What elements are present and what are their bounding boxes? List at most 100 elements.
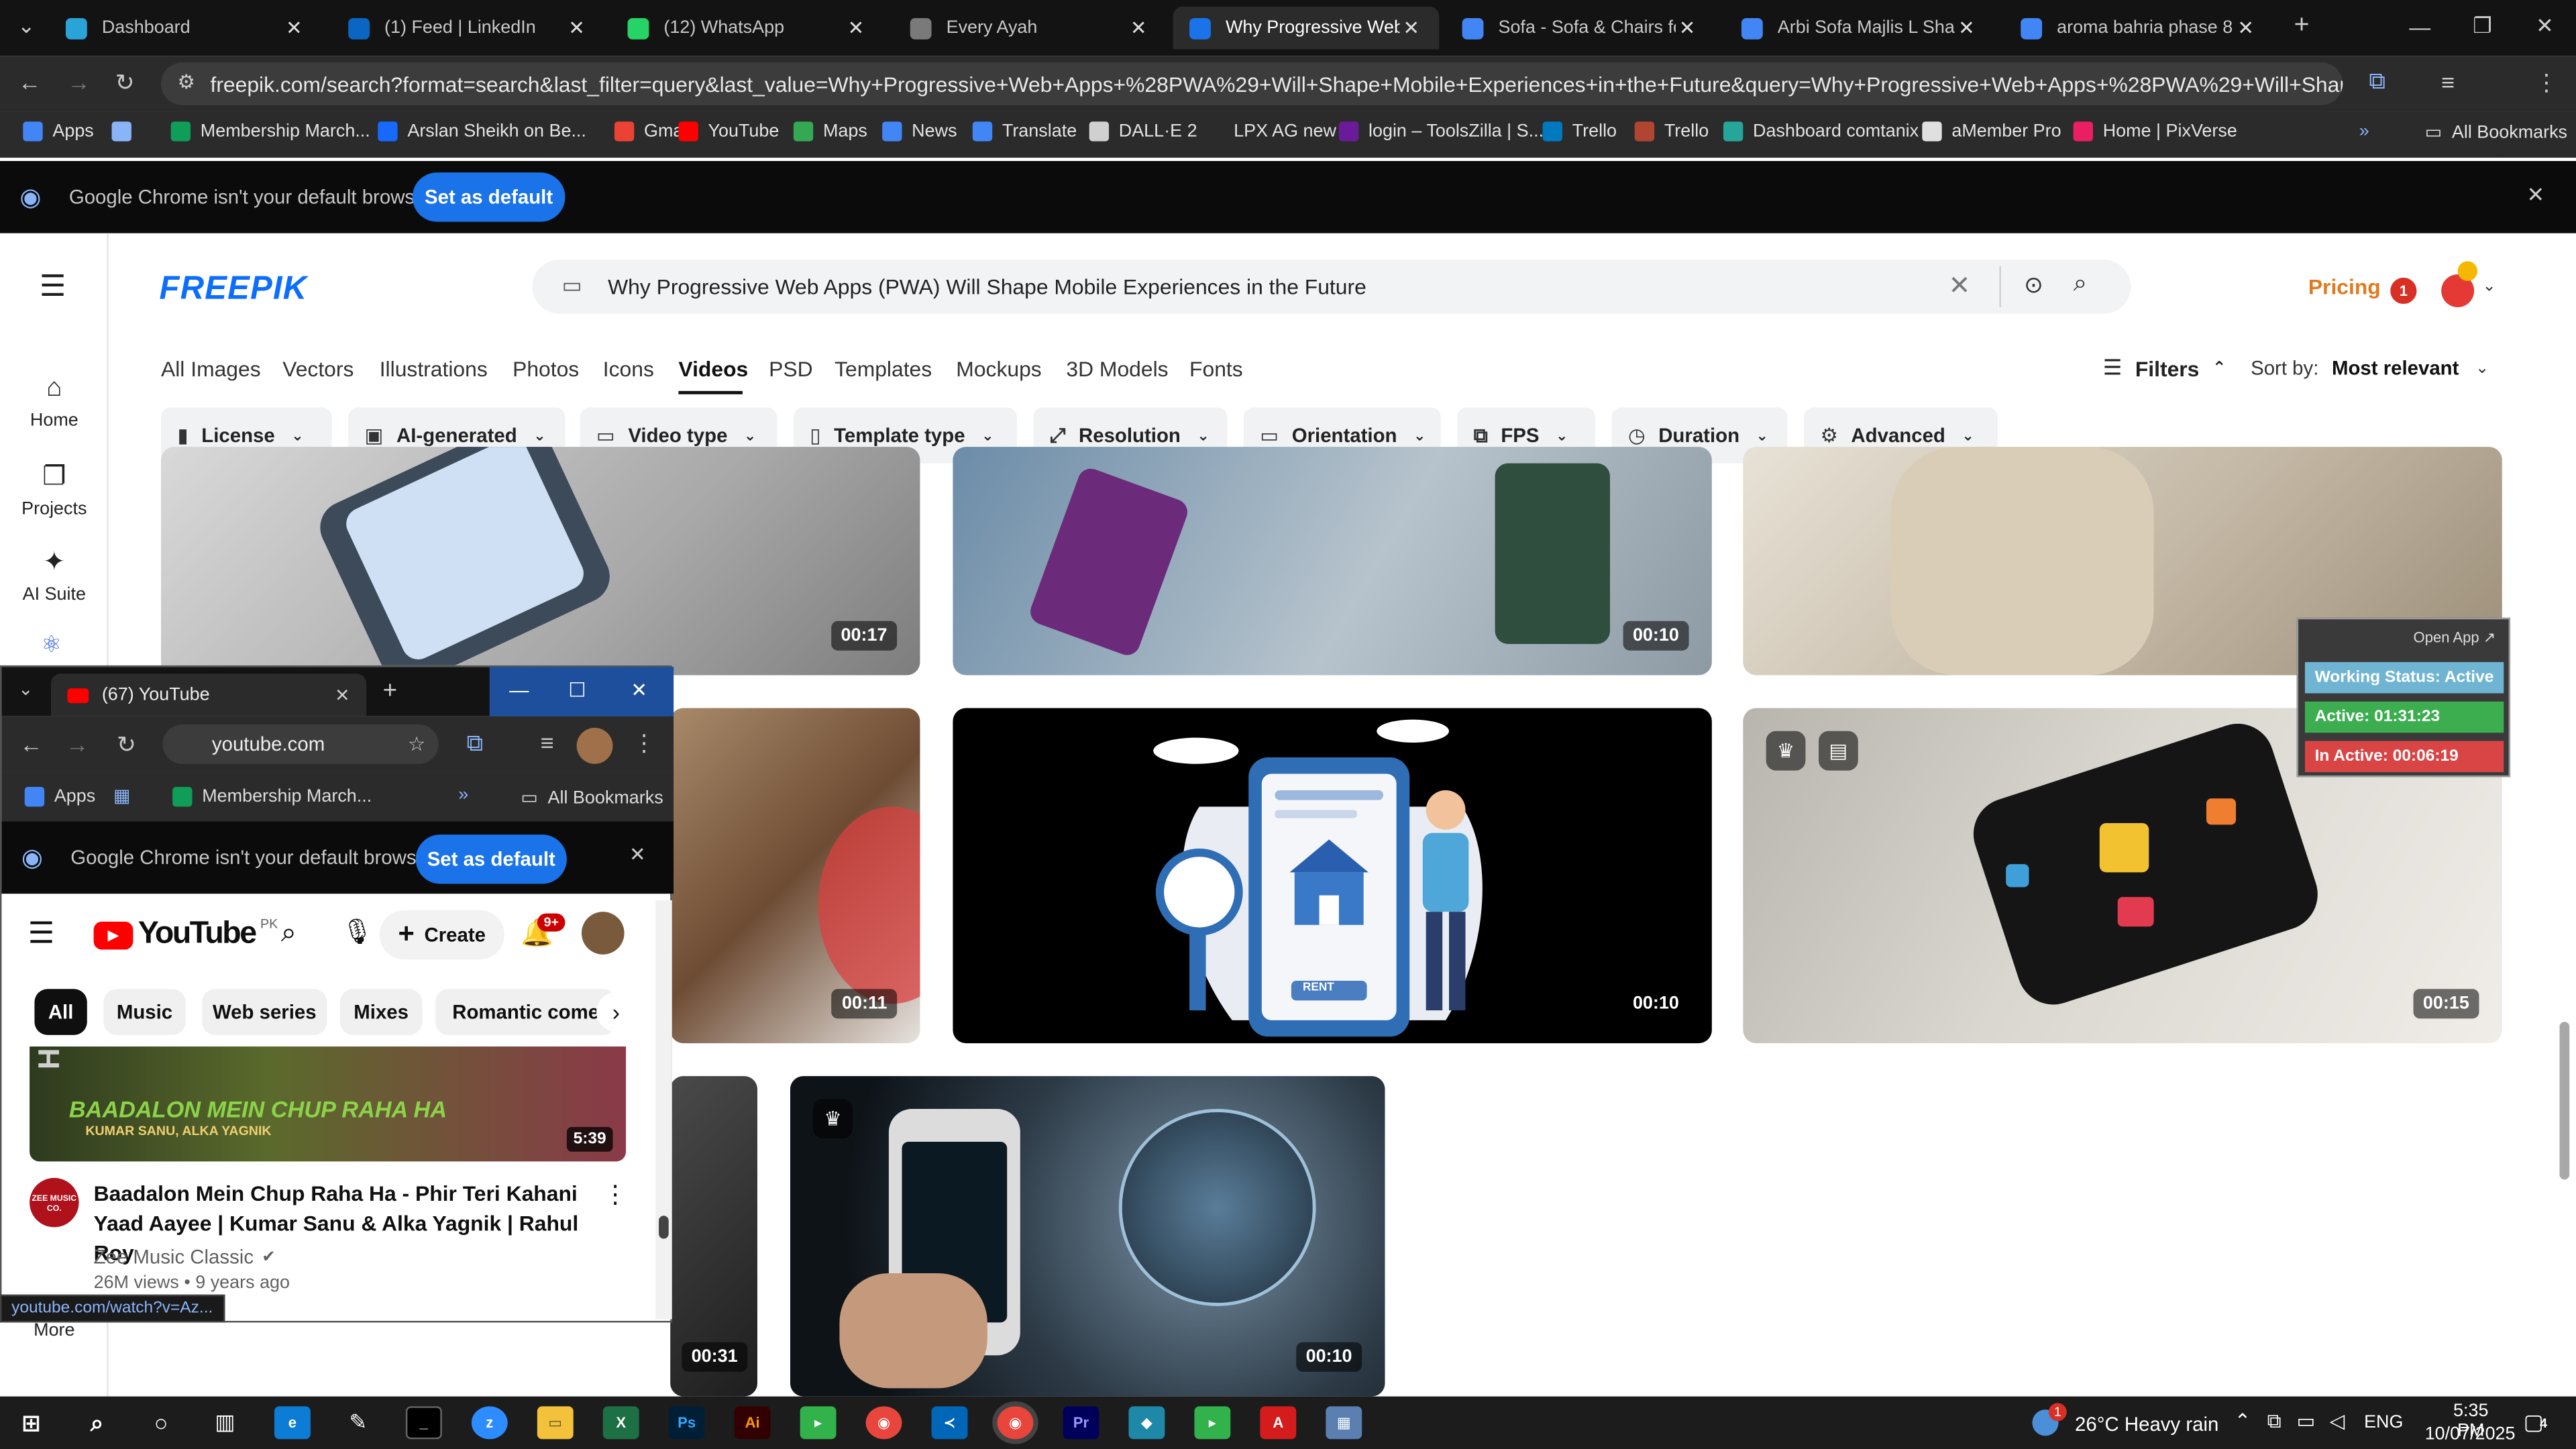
search-input[interactable]: Why Progressive Web Apps (PWA) Will Shap… — [608, 274, 1366, 299]
yt-filter-chip[interactable]: Music — [103, 989, 186, 1035]
maximize-button[interactable]: ☐ — [568, 678, 586, 701]
close-tab-icon[interactable]: ✕ — [565, 16, 588, 39]
bookmark-item[interactable]: Trello — [1542, 121, 1617, 142]
yt-avatar[interactable] — [581, 912, 625, 955]
camtasia-recorder-icon[interactable]: ▸ — [1194, 1406, 1231, 1440]
category-tab[interactable]: Illustrations — [380, 356, 488, 381]
category-tab[interactable]: Photos — [513, 356, 579, 381]
close-tab-icon[interactable]: ✕ — [845, 16, 867, 39]
category-tab[interactable]: PSD — [769, 356, 812, 381]
browser-tab[interactable]: Why Progressive Web Ap✕ — [1173, 6, 1440, 50]
pricing-link[interactable]: Pricing — [2308, 274, 2381, 299]
video-card[interactable]: ♛ 00:10 — [790, 1076, 1385, 1397]
video-card[interactable]: 00:11 — [670, 708, 920, 1044]
nav-projects[interactable]: ❐ Projects — [0, 460, 109, 519]
file-explorer-icon[interactable]: ▭ — [537, 1406, 574, 1440]
browser-tab[interactable]: Every Ayah ✕ — [894, 7, 1167, 50]
close-window-button[interactable]: ✕ — [631, 678, 647, 701]
yt-filter-chip[interactable]: Web series — [202, 989, 327, 1035]
premiere-icon[interactable]: Pr — [1063, 1406, 1099, 1440]
weather-text[interactable]: 26°C Heavy rain — [2075, 1413, 2218, 1436]
bookmark-item[interactable]: Apps — [24, 787, 95, 807]
profile-avatar[interactable] — [576, 727, 613, 764]
filters-toggle[interactable]: ☰ Filters ⌃ — [2103, 355, 2226, 381]
video-thumbnail[interactable]: HD BAADALON MEIN CHUP RAHA HA KUMAR SANU… — [30, 1046, 627, 1162]
bookmark-item[interactable]: aMember Pro — [1922, 121, 2061, 142]
notification-badge[interactable]: 1 — [2390, 277, 2417, 305]
bookmark-item[interactable]: Maps — [793, 121, 867, 142]
browser-tab[interactable]: Sofa - Sofa & Chairs for s✕ — [1446, 7, 1715, 50]
yt-scrollbar[interactable] — [655, 900, 672, 1320]
clock-date[interactable]: 10/07/2025 — [2425, 1424, 2516, 1444]
minimize-button[interactable]: — — [2389, 0, 2451, 52]
yt-address-bar[interactable]: youtube.com ☆ — [162, 724, 439, 764]
page-scrollbar[interactable] — [2559, 1022, 2570, 1180]
hamburger-menu-icon[interactable]: ☰ — [40, 270, 66, 304]
acrobat-icon[interactable]: A — [1260, 1406, 1297, 1440]
wifi-icon[interactable]: ▭ — [2297, 1409, 2316, 1432]
browser-tab[interactable]: Arbi Sofa Majlis L Shape S✕ — [1725, 7, 1994, 50]
language-indicator[interactable]: ENG — [2364, 1413, 2403, 1432]
close-tab-icon[interactable]: ✕ — [1676, 16, 1699, 39]
close-infobar-icon[interactable]: ✕ — [2527, 182, 2545, 209]
bookmark-item[interactable]: Home | PixVerse — [2073, 121, 2237, 142]
bookmark-item[interactable]: LPX AG new — [1204, 121, 1336, 142]
edge-icon[interactable]: e — [274, 1406, 311, 1440]
browser-tab[interactable]: (12) WhatsApp ✕ — [611, 7, 884, 50]
volume-icon[interactable]: ◁ — [2330, 1409, 2345, 1432]
menu-icon[interactable]: ⋮ — [2530, 69, 2563, 97]
forward-icon[interactable]: → — [62, 69, 95, 95]
tab-search-button[interactable]: ⌄ — [3, 0, 50, 52]
bookmark-item[interactable]: Trello — [1634, 121, 1709, 142]
chevron-right-icon[interactable]: › — [596, 992, 636, 1032]
bookmark-item[interactable]: News — [882, 121, 957, 142]
media-control-icon[interactable]: ≡ — [2431, 69, 2464, 95]
category-tab[interactable]: All Images — [161, 356, 261, 381]
category-tab[interactable]: Mockups — [956, 356, 1041, 381]
tray-chevron-icon[interactable]: ⌃ — [2235, 1409, 2251, 1432]
channel-avatar[interactable]: ZEE MUSIC CO. — [30, 1177, 79, 1228]
app-icon[interactable]: ◆ — [1128, 1406, 1165, 1440]
address-bar[interactable]: ⚙ freepik.com/search?format=search&last_… — [161, 62, 2343, 105]
camtasia-icon[interactable]: ▸ — [800, 1406, 837, 1440]
bookmark-item[interactable]: Translate — [972, 121, 1077, 142]
set-default-button[interactable]: Set as default — [412, 172, 566, 222]
close-window-button[interactable]: ✕ — [2514, 0, 2576, 52]
browser-tab[interactable]: aroma bahria phase 8 - G✕ — [2004, 7, 2274, 50]
yt-menu-icon[interactable]: ☰ — [28, 917, 55, 951]
all-bookmarks[interactable]: ▭ All Bookmarks — [521, 787, 663, 808]
search-icon[interactable]: ⌕ — [2074, 270, 2088, 298]
camera-search-icon[interactable]: ⊙ — [2024, 271, 2043, 299]
reload-icon[interactable]: ↻ — [110, 731, 143, 759]
category-tab[interactable]: Icons — [603, 356, 654, 381]
close-tab-icon[interactable]: ✕ — [335, 684, 350, 705]
bookmark-item[interactable]: Membership March... — [170, 121, 370, 142]
new-tab-button[interactable]: + — [383, 677, 397, 705]
search-icon[interactable]: ⌕ — [79, 1406, 115, 1439]
category-tab[interactable]: Vectors — [282, 356, 354, 381]
forward-icon[interactable]: → — [61, 731, 94, 757]
set-default-button[interactable]: Set as default — [415, 835, 567, 884]
video-card[interactable]: RENT 00:10 — [953, 708, 1712, 1044]
nav-home[interactable]: ⌂ Home — [0, 374, 109, 430]
chrome-active-icon[interactable]: ◉ — [997, 1406, 1034, 1440]
open-app-link[interactable]: Open App ↗ — [2414, 629, 2496, 647]
create-button[interactable]: + Create — [379, 910, 504, 960]
clear-search-icon[interactable]: ✕ — [1948, 270, 1970, 303]
media-control-icon[interactable]: ≡ — [531, 729, 564, 755]
yt-scrollbar-thumb[interactable] — [659, 1216, 669, 1239]
close-tab-icon[interactable]: ✕ — [1127, 16, 1150, 39]
extensions-icon[interactable]: ⧉ — [2361, 67, 2394, 95]
bookmark-item[interactable] — [111, 121, 142, 142]
reload-icon[interactable]: ↻ — [109, 69, 142, 97]
microphone-icon[interactable]: 🎙 — [341, 917, 373, 947]
apps-grid-icon[interactable]: ▦ — [113, 786, 130, 806]
zoom-icon[interactable]: z — [471, 1406, 508, 1440]
back-icon[interactable]: ← — [15, 731, 48, 757]
video-card[interactable]: 00:17 — [161, 447, 920, 676]
bookmark-item[interactable]: login – ToolsZilla | S... — [1338, 121, 1544, 142]
freepik-logo[interactable]: FREEPIK — [160, 271, 308, 309]
nav-more[interactable]: More — [0, 1321, 109, 1340]
category-tab[interactable]: Fonts — [1189, 356, 1243, 381]
photoshop-icon[interactable]: Ps — [668, 1406, 705, 1440]
